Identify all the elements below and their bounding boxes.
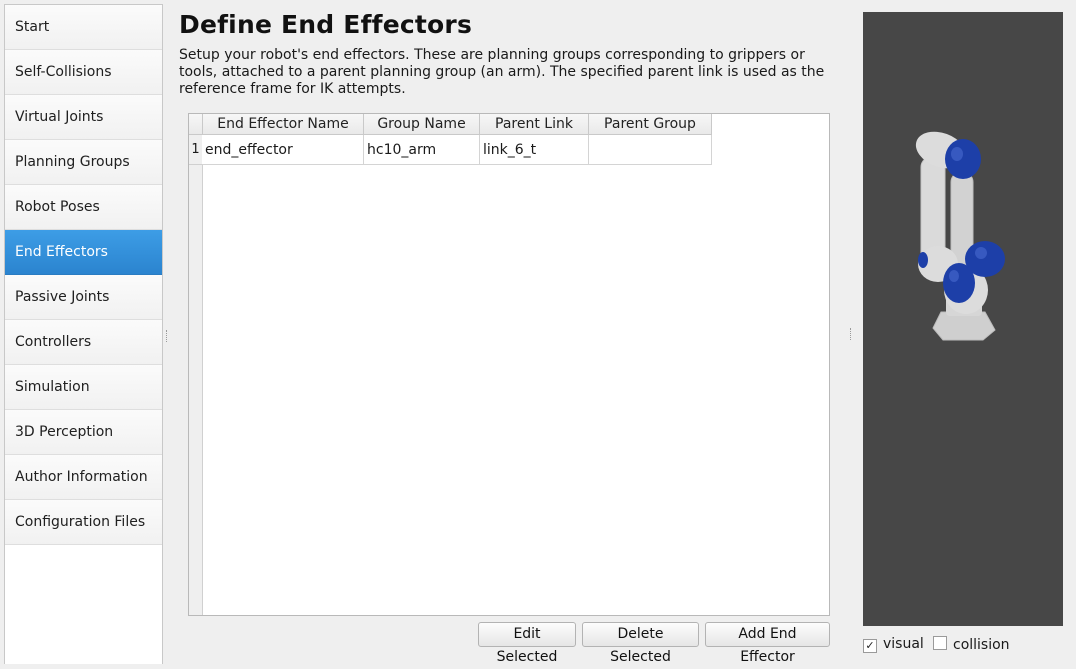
page-description: Setup your robot's end effectors. These … <box>179 47 825 97</box>
table-corner <box>189 114 203 135</box>
sidebar-item-virtual-joints[interactable]: Virtual Joints <box>5 95 162 140</box>
column-header-group-name[interactable]: Group Name <box>364 114 480 135</box>
sidebar-item-simulation[interactable]: Simulation <box>5 365 162 410</box>
collision-toggle[interactable]: collision <box>933 636 1010 653</box>
edit-selected-button[interactable]: Edit Selected <box>478 622 576 665</box>
sidebar-item-3d-perception[interactable]: 3D Perception <box>5 410 162 455</box>
end-effectors-table[interactable]: End Effector Name Group Name Parent Link… <box>188 113 830 616</box>
visual-label: visual <box>883 636 924 652</box>
row-header-column <box>189 134 203 615</box>
sidebar-item-robot-poses[interactable]: Robot Poses <box>5 185 162 230</box>
table-cell-parent-link[interactable]: link_6_t <box>480 135 589 165</box>
delete-selected-button[interactable]: Delete Selected <box>582 622 699 665</box>
column-header-parent-link[interactable]: Parent Link <box>480 114 589 135</box>
visual-toggle[interactable]: ✓ visual <box>863 636 924 653</box>
table-cell-group-name[interactable]: hc10_arm <box>364 135 480 165</box>
sidebar-item-start[interactable]: Start <box>5 5 162 50</box>
sidebar-item-planning-groups[interactable]: Planning Groups <box>5 140 162 185</box>
row-number[interactable]: 1 <box>189 135 202 165</box>
robot-model-illustration <box>915 131 1005 341</box>
right-splitter-handle[interactable] <box>850 328 853 340</box>
table-cell-parent-group[interactable] <box>589 135 712 165</box>
robot-3d-viewer[interactable] <box>863 12 1063 626</box>
sidebar-item-passive-joints[interactable]: Passive Joints <box>5 275 162 320</box>
sidebar-item-configuration-files[interactable]: Configuration Files <box>5 500 162 545</box>
sidebar-nav: Start Self-Collisions Virtual Joints Pla… <box>4 4 163 664</box>
collision-checkbox[interactable] <box>933 636 947 650</box>
sidebar-item-controllers[interactable]: Controllers <box>5 320 162 365</box>
collision-label: collision <box>953 637 1010 653</box>
sidebar-item-self-collisions[interactable]: Self-Collisions <box>5 50 162 95</box>
page-title: Define End Effectors <box>179 10 473 39</box>
sidebar-item-author-information[interactable]: Author Information <box>5 455 162 500</box>
column-header-parent-group[interactable]: Parent Group <box>589 114 712 135</box>
left-splitter-handle[interactable] <box>166 330 169 342</box>
column-header-end-effector-name[interactable]: End Effector Name <box>203 114 364 135</box>
sidebar-item-end-effectors[interactable]: End Effectors <box>5 230 162 275</box>
visual-checkbox[interactable]: ✓ <box>863 639 877 653</box>
add-end-effector-button[interactable]: Add End Effector <box>705 622 830 665</box>
table-cell-end-effector-name[interactable]: end_effector <box>202 135 364 165</box>
